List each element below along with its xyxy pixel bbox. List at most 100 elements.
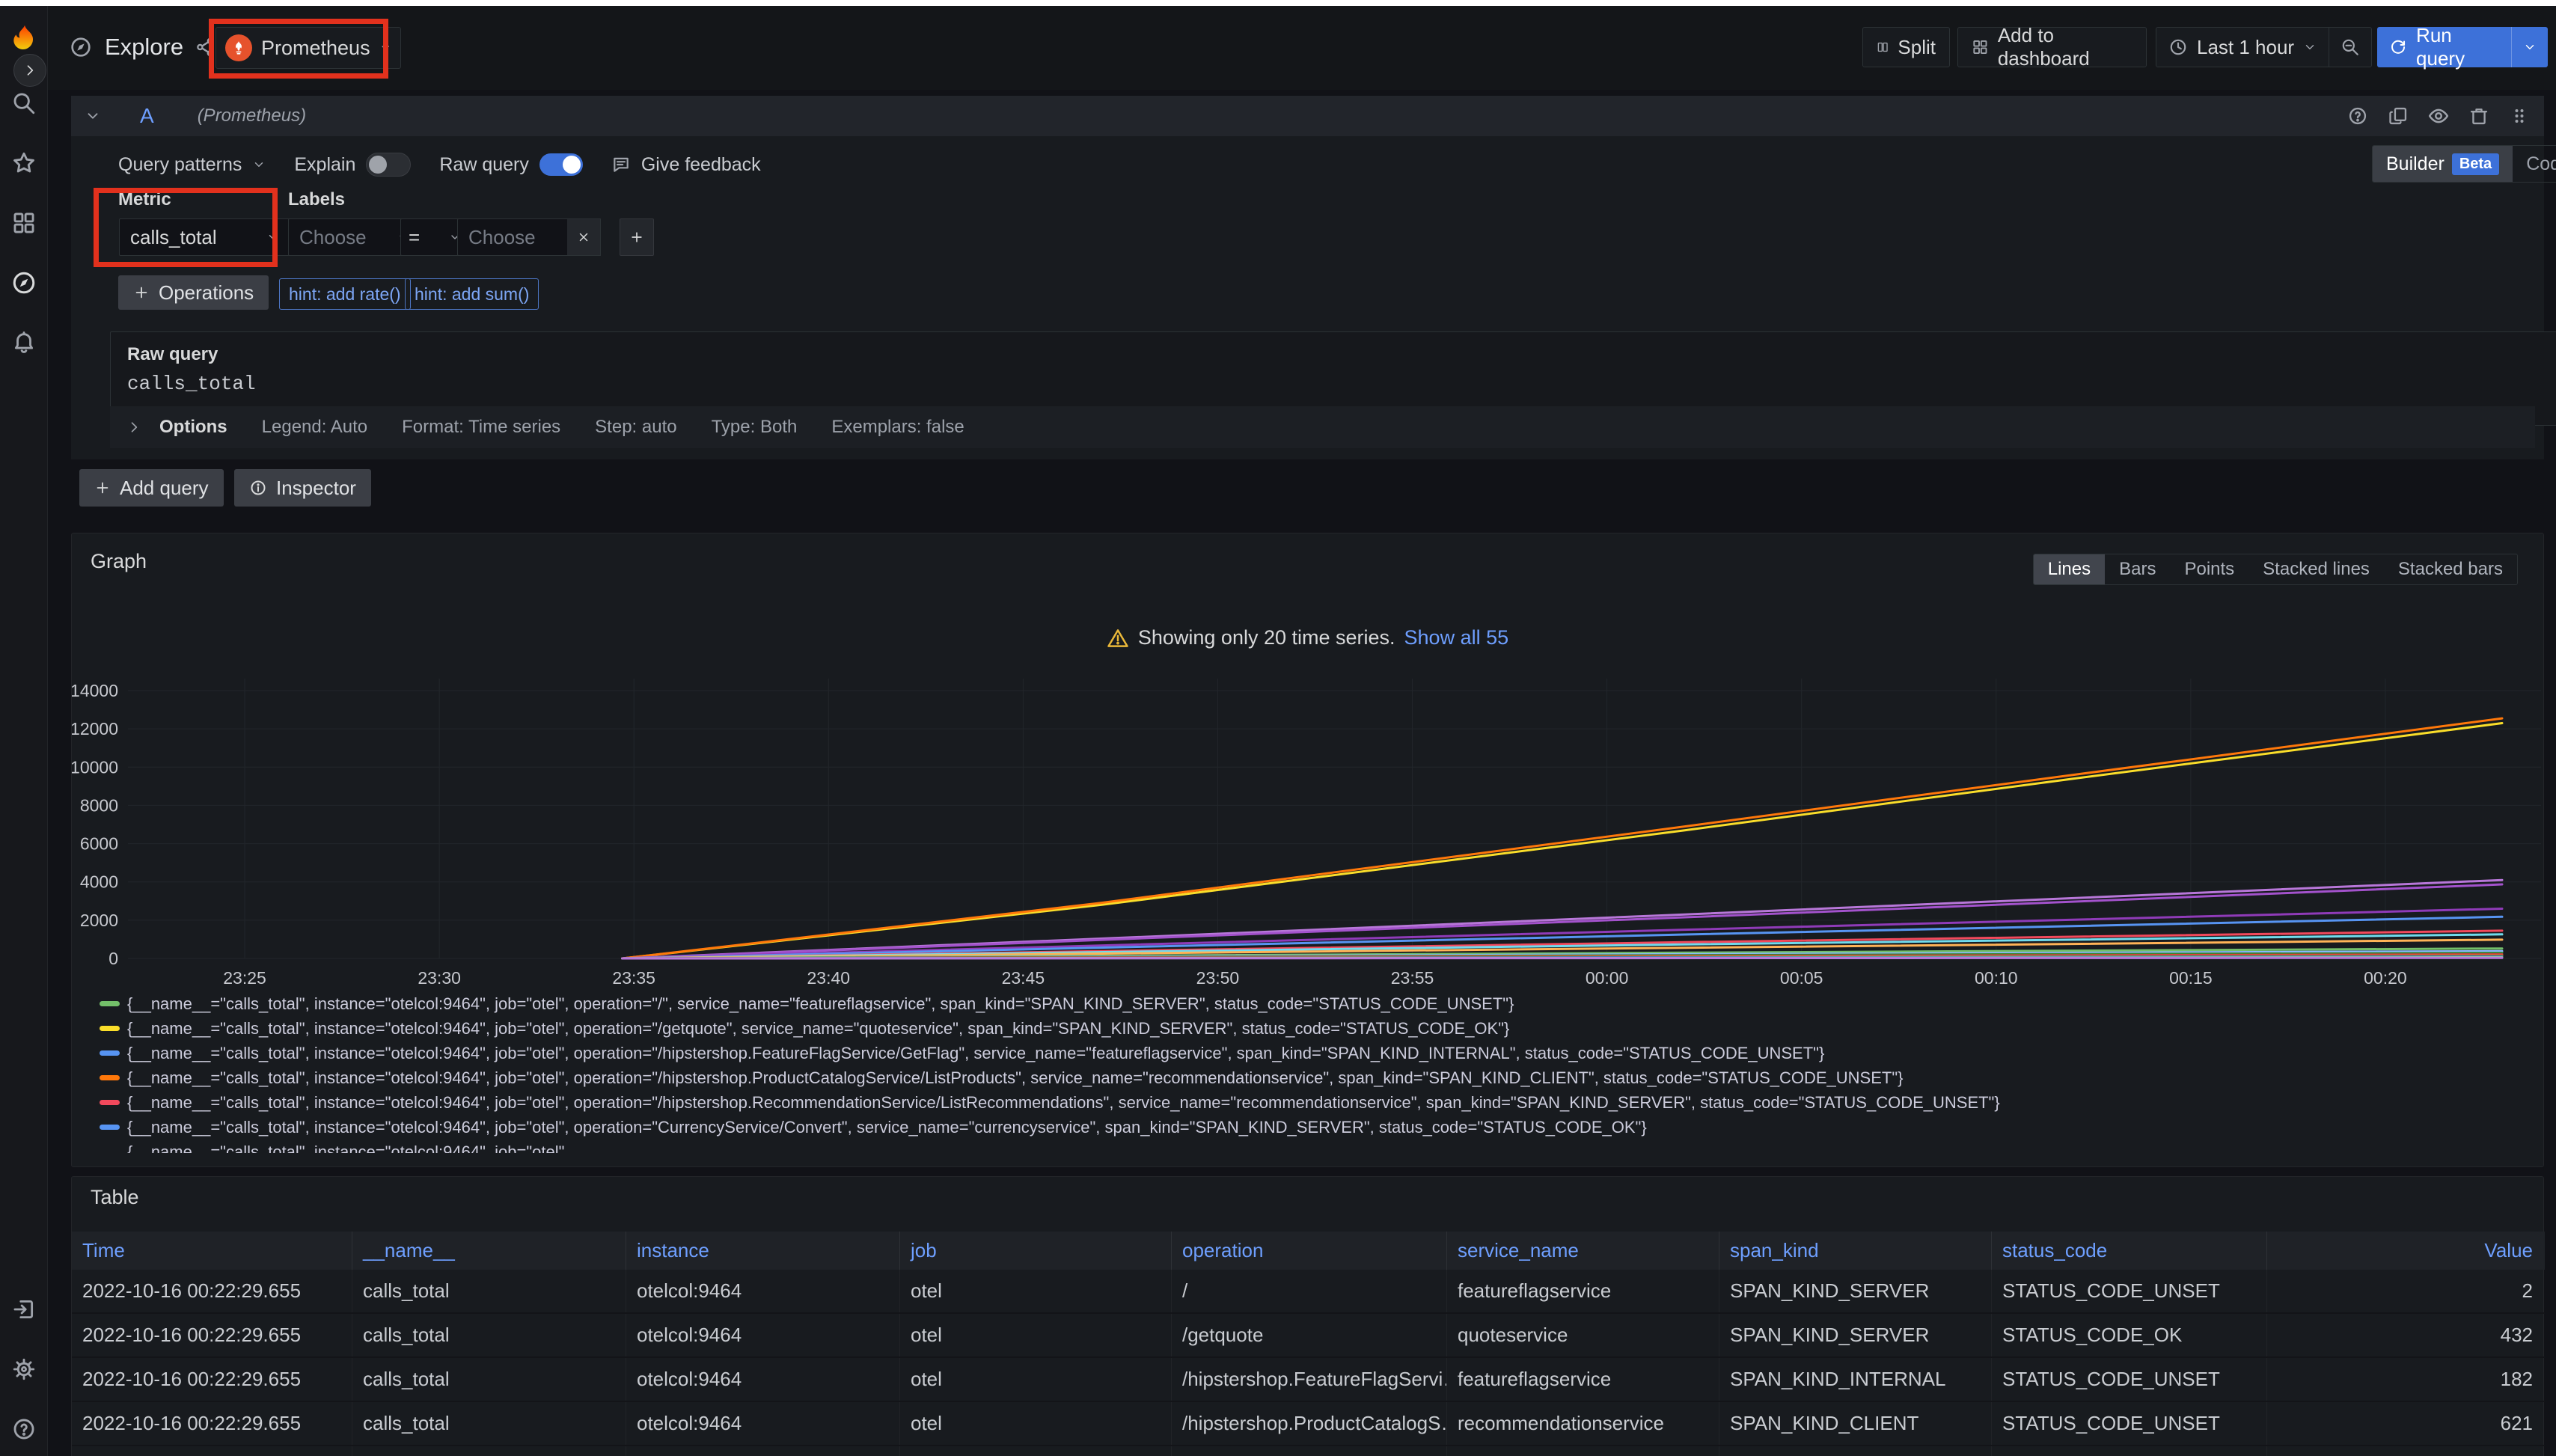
plus-icon xyxy=(94,480,111,496)
table-cell: otelcol:9464 xyxy=(626,1270,899,1312)
chevron-right-icon xyxy=(22,63,37,78)
hide-response-eye-icon[interactable] xyxy=(2427,105,2450,127)
operations-button[interactable]: Operations xyxy=(118,275,269,310)
legend-item[interactable]: {__name__="calls_total", instance="otelc… xyxy=(87,1041,2534,1065)
query-help-icon[interactable] xyxy=(2346,105,2369,127)
settings-gear-icon[interactable] xyxy=(10,1356,37,1383)
table-cell: /hipstershop.ProductCatalogS… xyxy=(1171,1402,1446,1445)
alerting-bell-icon[interactable] xyxy=(10,329,37,356)
table-cell: otelcol:9464 xyxy=(626,1314,899,1356)
raw-query-label: Raw query xyxy=(127,344,2552,365)
duplicate-query-icon[interactable] xyxy=(2387,105,2409,127)
table-cell: STATUS_CODE_UNSET xyxy=(1991,1402,2266,1445)
column-header-statuscode[interactable]: status_code xyxy=(1991,1232,2266,1270)
add-label-button[interactable] xyxy=(620,218,654,256)
graph-mode-lines[interactable]: Lines xyxy=(2034,554,2105,584)
legend-item[interactable]: {__name__="calls_total", instance="otelc… xyxy=(87,1065,2534,1090)
split-button[interactable]: Split xyxy=(1862,27,1950,67)
column-header-job[interactable]: job xyxy=(899,1232,1171,1270)
metric-select[interactable]: calls_total xyxy=(119,218,291,256)
column-header-Time[interactable]: Time xyxy=(72,1232,352,1270)
code-mode-tab[interactable]: Code xyxy=(2513,146,2556,182)
query-datasource-hint: (Prometheus) xyxy=(198,105,306,126)
graph-style-switcher: Lines Bars Points Stacked lines Stacked … xyxy=(2033,554,2518,585)
raw-query-toggle[interactable] xyxy=(539,153,583,176)
star-icon[interactable] xyxy=(10,150,37,177)
grafana-logo[interactable] xyxy=(7,22,42,57)
legend-series-color xyxy=(100,1026,120,1031)
sidebar-expand-button[interactable] xyxy=(13,54,46,87)
help-icon[interactable] xyxy=(10,1416,37,1443)
graph-mode-stacked-lines[interactable]: Stacked lines xyxy=(2248,554,2384,584)
explain-label: Explain xyxy=(294,154,355,176)
sign-in-icon[interactable] xyxy=(10,1296,37,1323)
explain-toggle[interactable] xyxy=(366,153,411,177)
run-query-label: Run query xyxy=(2416,24,2499,70)
show-all-series-link[interactable]: Show all 55 xyxy=(1404,626,1509,649)
time-series-chart[interactable]: 0200040006000800010000120001400023:2523:… xyxy=(72,667,2545,996)
legend-item[interactable]: {__name__="calls_total", instance="otelc… xyxy=(87,1016,2534,1041)
table-cell: calls_total xyxy=(352,1358,626,1401)
add-query-button[interactable]: Add query xyxy=(79,469,224,507)
datasource-picker[interactable]: Prometheus xyxy=(215,27,401,69)
add-to-dashboard-button[interactable]: Add to dashboard xyxy=(1957,27,2147,67)
column-header-Value[interactable]: Value xyxy=(2266,1232,2545,1270)
dashboards-icon[interactable] xyxy=(10,209,37,236)
table-cell: calls_total xyxy=(352,1314,626,1356)
explore-compass-icon[interactable] xyxy=(10,269,37,296)
table-cell: SPAN_KIND_INTERNAL xyxy=(1719,1358,1991,1401)
hint-add-rate-button[interactable]: hint: add rate() xyxy=(279,278,411,310)
collapse-chevron-icon[interactable] xyxy=(85,108,101,124)
y-axis-tick: 12000 xyxy=(72,719,118,738)
table-row: 2022-10-16 00:22:29.655calls_totalotelco… xyxy=(72,1270,2545,1314)
give-feedback-link[interactable]: Give feedback xyxy=(611,154,761,176)
page-title: Explore xyxy=(105,34,183,61)
graph-mode-stacked-bars[interactable]: Stacked bars xyxy=(2384,554,2517,584)
x-axis-tick: 00:05 xyxy=(1780,968,1823,988)
sidebar xyxy=(0,6,48,1456)
table-cell: STATUS_CODE_OK xyxy=(1991,1314,2266,1356)
x-axis-tick: 00:15 xyxy=(2169,968,2213,988)
table-cell: 182 xyxy=(2266,1358,2545,1401)
remove-label-button[interactable] xyxy=(567,218,601,256)
zoom-out-button[interactable] xyxy=(2329,28,2371,67)
legend-series-label: {__name__="calls_total", instance="otelc… xyxy=(127,994,1514,1014)
grafana-explore-page: Explore Prometheus Split Add to dashboar… xyxy=(0,0,2556,1456)
graph-mode-points[interactable]: Points xyxy=(2170,554,2248,584)
remove-query-trash-icon[interactable] xyxy=(2468,105,2490,127)
query-options-row[interactable]: Options Legend: Auto Format: Time series… xyxy=(110,406,2535,448)
graph-mode-bars[interactable]: Bars xyxy=(2105,554,2170,584)
table-cell: calls_total xyxy=(352,1270,626,1312)
column-header-name[interactable]: __name__ xyxy=(352,1232,626,1270)
raw-query-value: calls_total xyxy=(127,373,2552,395)
table-row: 2022-10-16 00:22:29.655calls_totalotelco… xyxy=(72,1358,2545,1402)
query-patterns-dropdown[interactable]: Query patterns xyxy=(118,154,266,176)
options-label: Options xyxy=(159,417,227,438)
column-header-operation[interactable]: operation xyxy=(1171,1232,1446,1270)
sidebar-top-icons xyxy=(0,90,48,356)
column-header-spankind[interactable]: span_kind xyxy=(1719,1232,1991,1270)
hint-add-sum-button[interactable]: hint: add sum() xyxy=(405,278,539,310)
builder-mode-tab[interactable]: Builder Beta xyxy=(2373,146,2513,182)
time-range-picker[interactable]: Last 1 hour xyxy=(2156,28,2329,67)
drag-handle-icon[interactable] xyxy=(2508,105,2531,127)
table-cell: recommendationservice xyxy=(1446,1446,1719,1456)
run-query-dropdown[interactable] xyxy=(2511,27,2548,67)
run-query-button[interactable]: Run query xyxy=(2377,27,2548,67)
legend-item[interactable]: {__name__="calls_total", instance="otelc… xyxy=(87,1090,2534,1115)
table-body: 2022-10-16 00:22:29.655calls_totalotelco… xyxy=(72,1270,2545,1456)
query-row-header[interactable]: A (Prometheus) xyxy=(71,96,2544,136)
y-axis-tick: 4000 xyxy=(80,872,118,892)
share-icon[interactable] xyxy=(195,37,216,58)
column-header-servicename[interactable]: service_name xyxy=(1446,1232,1719,1270)
column-header-instance[interactable]: instance xyxy=(626,1232,899,1270)
search-icon[interactable] xyxy=(10,90,37,117)
time-picker-group: Last 1 hour xyxy=(2156,27,2372,67)
inspector-button[interactable]: Inspector xyxy=(234,469,371,507)
legend-item[interactable]: {__name__="calls_total", instance="otelc… xyxy=(87,991,2534,1016)
legend-series-label: {__name__="calls_total", instance="otelc… xyxy=(127,1118,1647,1137)
options-legend: Legend: Auto xyxy=(262,417,367,438)
y-axis-tick: 8000 xyxy=(80,795,118,815)
query-row-actions xyxy=(2346,96,2531,136)
legend-item[interactable]: {__name__="calls_total", instance="otelc… xyxy=(87,1115,2534,1140)
